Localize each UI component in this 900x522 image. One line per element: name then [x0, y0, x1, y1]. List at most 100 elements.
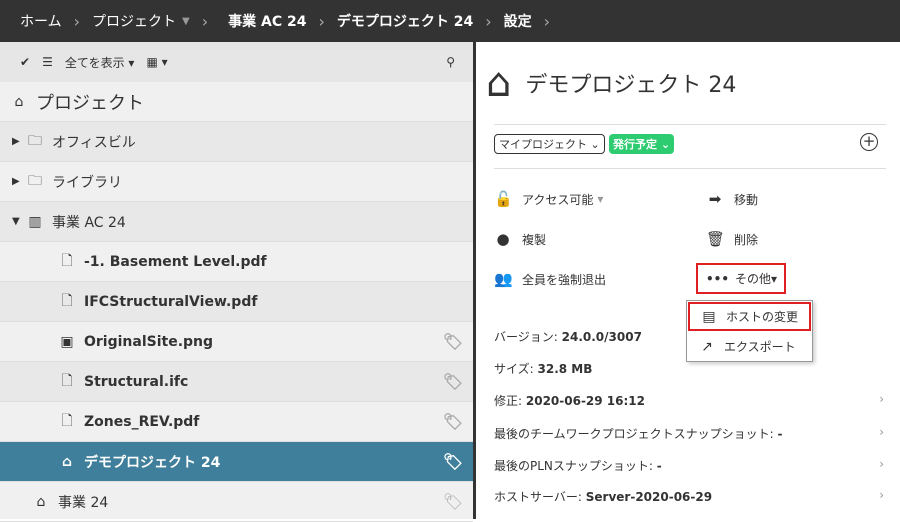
search-icon[interactable]: ⚲	[446, 55, 455, 69]
delete-label: 削除	[734, 232, 759, 247]
crumb-business[interactable]: 事業 AC 24	[228, 11, 306, 31]
tree-toolbar: ✔ ☰ 全てを表示 ▾ ▦ ▾ ⚲	[0, 42, 473, 82]
chevron-right-icon: ›	[318, 11, 325, 31]
move-button[interactable]: ➡ 移動	[706, 190, 758, 208]
users-icon: 👥	[494, 270, 513, 288]
file-icon: 🗋	[61, 372, 73, 389]
pdf-icon: 🗋	[61, 412, 73, 429]
breadcrumb: ホーム › プロジェクト ▼ › 事業 AC 24 › デモプロジェクト 24 › 設定 ›	[0, 0, 900, 42]
chevron-right-icon: ›	[201, 11, 209, 31]
folder-icon: 🗀	[28, 132, 42, 149]
chevron-right-icon: ›	[879, 457, 884, 471]
tree-item[interactable]: 🗋 IFCStructuralView.pdf	[0, 282, 473, 322]
pdf-icon: 🗋	[61, 292, 73, 309]
tag-icon[interactable]: 🏷	[443, 372, 463, 391]
delete-button[interactable]: 🗑 削除	[706, 230, 758, 248]
expand-icon[interactable]: ▶	[12, 176, 26, 187]
info-pln-snapshot[interactable]: 最後のPLNスナップショット: - ›	[494, 457, 884, 474]
image-icon: ▣	[60, 333, 74, 350]
tree-item[interactable]: ▣ OriginalSite.png 🏷	[0, 322, 473, 362]
value: 32.8 MB	[537, 362, 593, 376]
add-button[interactable]: +	[860, 133, 878, 151]
house-icon: ⌂	[61, 453, 73, 470]
tag-icon[interactable]: 🏷	[443, 332, 463, 351]
tree-item-label: OriginalSite.png	[84, 333, 214, 350]
tree-item-label: 事業 AC 24	[52, 214, 126, 231]
crumb-projects[interactable]: プロジェクト	[92, 11, 176, 31]
kick-all-label: 全員を強制退出	[522, 272, 607, 287]
kick-all-button[interactable]: 👥 全員を強制退出	[494, 270, 606, 288]
detail-panel: ⌂ デモプロジェクト 24 マイプロジェクト ⌄ 発行予定 ⌄ + 🔓 アクセス可能…	[476, 42, 900, 519]
my-project-select[interactable]: マイプロジェクト ⌄	[494, 134, 605, 154]
access-button[interactable]: 🔓 アクセス可能 ▾	[494, 190, 603, 208]
server-icon: ▤	[702, 308, 716, 325]
status-label: 発行予定	[613, 138, 657, 151]
value: -	[777, 427, 783, 441]
more-label: その他	[735, 272, 772, 286]
divider	[494, 124, 886, 125]
my-project-label: マイプロジェクト	[499, 138, 587, 151]
label: 最後のチームワークプロジェクトスナップショット:	[494, 427, 774, 441]
tree-header-label: プロジェクト	[36, 92, 144, 114]
info-teamwork-snapshot[interactable]: 最後のチームワークプロジェクトスナップショット: - ›	[494, 425, 884, 442]
crumb-settings[interactable]: 設定	[504, 11, 532, 31]
project-title: ⌂ デモプロジェクト 24	[486, 60, 736, 106]
chevron-right-icon: ›	[543, 11, 551, 31]
label: バージョン:	[494, 330, 558, 344]
info-size: サイズ: 32.8 MB	[494, 360, 884, 377]
show-all-dropdown[interactable]: 全てを表示 ▾	[65, 54, 135, 71]
access-label: アクセス可能	[522, 192, 594, 207]
value: 2020-06-29 16:12	[525, 394, 646, 408]
menu-item-change-host[interactable]: ▤ ホストの変更	[688, 302, 811, 331]
tree-item-label: -1. Basement Level.pdf	[84, 253, 267, 270]
label: サイズ:	[494, 362, 534, 376]
caret-down-icon[interactable]: ▼	[182, 16, 190, 27]
value: -	[656, 459, 662, 473]
chevron-right-icon: ›	[485, 11, 492, 31]
expand-icon[interactable]: ▶	[12, 136, 26, 147]
tree-header: ⌂ プロジェクト	[0, 82, 473, 122]
arrow-right-icon: ➡	[708, 190, 722, 208]
list-icon[interactable]: ☰	[42, 55, 53, 69]
check-icon[interactable]: ✔	[20, 55, 30, 69]
tree-item[interactable]: ⌂ 事業 24 🏷	[0, 482, 473, 522]
info-host-server[interactable]: ホストサーバー: Server-2020-06-29 ›	[494, 488, 884, 505]
tree-item[interactable]: 🗋 Zones_REV.pdf 🏷	[0, 402, 473, 442]
house-icon: ⌂	[36, 493, 46, 510]
tree-item[interactable]: 🗋 Structural.ifc 🏷	[0, 362, 473, 402]
divider	[494, 168, 886, 169]
tag-icon[interactable]: 🏷	[443, 452, 463, 471]
tag-icon[interactable]: 🏷	[443, 492, 463, 511]
tree-item-label: デモプロジェクト 24	[84, 454, 221, 471]
label: 修正:	[494, 394, 523, 408]
tree-item-label: Structural.ifc	[84, 373, 189, 390]
tree-item[interactable]: 🗋 -1. Basement Level.pdf	[0, 242, 473, 282]
tree-item[interactable]: ▶ 🗀 オフィスビル	[0, 122, 473, 162]
trash-icon: 🗑	[706, 230, 726, 248]
status-select[interactable]: 発行予定 ⌄	[609, 134, 675, 154]
duplicate-button[interactable]: ● 複製	[494, 230, 546, 248]
collapse-icon[interactable]: ▼	[12, 216, 26, 227]
value: 24.0.0/3007	[561, 330, 642, 344]
tree-item[interactable]: ▶ 🗀 ライブラリ	[0, 162, 473, 202]
caret-down-icon: ▾	[597, 192, 604, 206]
tree-item-label: IFCStructuralView.pdf	[84, 293, 258, 310]
chevron-right-icon: ›	[879, 488, 884, 502]
tree-item-selected[interactable]: ⌂ デモプロジェクト 24 🏷	[0, 442, 473, 482]
chevron-right-icon: ›	[879, 392, 884, 406]
caret-down-icon: ▾	[771, 271, 778, 286]
show-all-label: 全てを表示	[64, 55, 125, 70]
crumb-demo[interactable]: デモプロジェクト 24	[337, 11, 473, 31]
chevron-right-icon: ›	[73, 11, 80, 31]
tag-icon[interactable]: 🏷	[443, 412, 463, 431]
info-modified[interactable]: 修正: 2020-06-29 16:12 ›	[494, 392, 884, 409]
calendar-dropdown[interactable]: ▦ ▾	[146, 55, 167, 69]
crumb-home[interactable]: ホーム	[20, 11, 62, 31]
more-button[interactable]: ••• その他 ▾	[696, 263, 786, 294]
chevron-right-icon: ›	[879, 425, 884, 439]
ellipsis-icon: •••	[706, 271, 730, 286]
library-icon: 🗀	[28, 172, 42, 189]
project-icon: ⌂	[14, 93, 24, 110]
pdf-icon: 🗋	[61, 252, 73, 269]
tree-item[interactable]: ▼ ▥ 事業 AC 24	[0, 202, 473, 242]
